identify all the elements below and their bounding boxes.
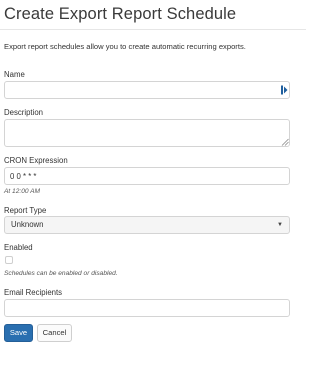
email-recipients-input[interactable] (4, 299, 290, 317)
enabled-label: Enabled (4, 243, 33, 252)
enabled-help: Schedules can be enabled or disabled. (4, 270, 118, 277)
cron-label: CRON Expression (4, 156, 68, 165)
page-title: Create Export Report Schedule (4, 5, 237, 23)
enabled-checkbox[interactable] (5, 256, 13, 264)
cron-input[interactable] (4, 167, 290, 185)
email-recipients-label: Email Recipients (4, 288, 63, 297)
save-button[interactable]: Save (4, 324, 33, 342)
report-type-value: Unknown (11, 220, 44, 229)
report-type-select[interactable]: Unknown ▼ (4, 216, 290, 234)
resize-grip-icon[interactable] (281, 138, 289, 146)
name-label: Name (4, 70, 25, 79)
password-manager-icon[interactable] (281, 85, 288, 95)
report-type-label: Report Type (4, 206, 47, 215)
description-textarea[interactable] (4, 119, 290, 147)
intro-text: Export report schedules allow you to cre… (4, 42, 246, 51)
cron-help: At 12:00 AM (4, 188, 41, 195)
title-divider (0, 29, 306, 30)
description-label: Description (4, 108, 43, 117)
cancel-button[interactable]: Cancel (37, 324, 72, 342)
chevron-down-icon: ▼ (277, 222, 283, 228)
name-input[interactable] (4, 81, 290, 99)
